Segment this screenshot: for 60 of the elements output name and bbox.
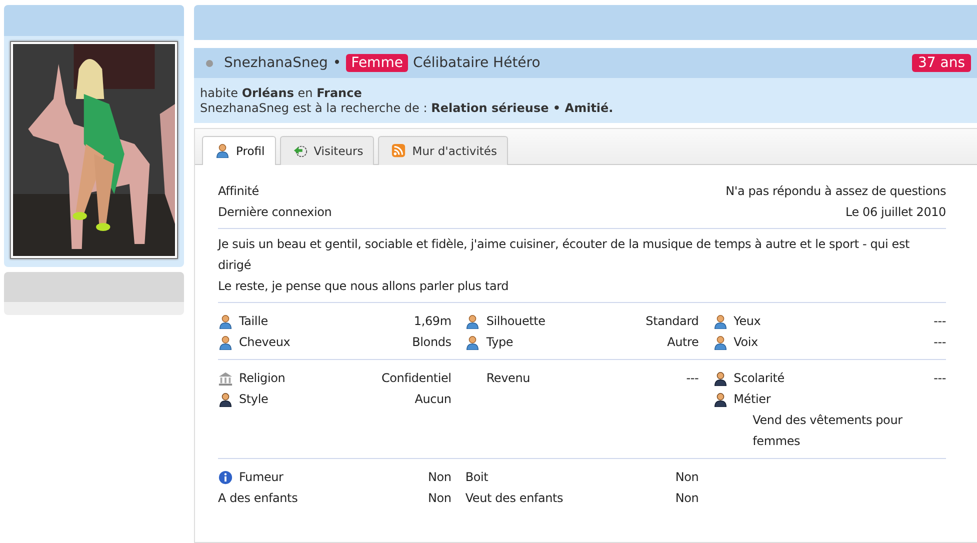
info-icon — [218, 470, 233, 485]
attribute-value: Non — [428, 490, 452, 507]
attribute-value: Standard — [646, 313, 699, 330]
attribute-value: --- — [934, 313, 946, 330]
attribute-label: Scolarité — [734, 370, 784, 387]
gender-badge: Femme — [346, 54, 408, 72]
field-value: N'a pas répondu à assez de questions — [726, 183, 946, 200]
person-icon — [218, 314, 233, 329]
person-icon — [712, 392, 728, 407]
attribute-label: Silhouette — [486, 313, 546, 330]
description-text: Je suis un beau et gentil, sociable et fidèle, j'aime cuisiner, écouter de la musique de temps à autre et le sport - qui est dirigé — [218, 236, 911, 274]
field-label: Dernière connexion — [218, 204, 332, 221]
attribute-label: Style — [239, 391, 268, 408]
attribute-label: Voix — [734, 334, 758, 351]
attribute-label: Religion — [239, 370, 286, 387]
seeking-text: SnezhanaSneg est à la recherche de : Relation sérieuse • Amitié. — [200, 101, 614, 116]
attribute-label: Métier — [734, 391, 771, 408]
age-badge: 37 ans — [912, 54, 971, 72]
person-icon — [218, 335, 233, 350]
feed-icon — [391, 143, 406, 158]
attribute-value: --- — [934, 334, 946, 351]
attribute-value: Confidentiel — [381, 370, 452, 387]
tab[interactable]: Profil — [202, 136, 276, 165]
attribute-value: Autre — [667, 334, 699, 351]
visitors-icon — [292, 143, 308, 158]
person-icon — [215, 143, 230, 158]
bank-icon — [218, 371, 233, 386]
person-icon — [465, 314, 480, 329]
attribute-label: Taille — [239, 313, 268, 330]
person-icon — [712, 335, 728, 350]
attribute-label: Cheveux — [239, 334, 290, 351]
person-icon — [712, 371, 728, 386]
description-text: Le reste, je pense que nous allons parler plus tard — [218, 278, 510, 295]
username: SnezhanaSneg — [224, 55, 328, 71]
attribute-value: 1,69m — [414, 313, 452, 330]
field-label: Affinité — [218, 183, 259, 200]
person-icon — [218, 392, 233, 407]
tab[interactable]: Visiteurs — [280, 136, 374, 165]
attribute-value: Non — [675, 469, 699, 486]
attribute-value: Aucun — [414, 391, 452, 408]
attribute-value: --- — [686, 370, 699, 387]
attribute-label: Fumeur — [239, 469, 284, 486]
attribute-value: Blonds — [412, 334, 452, 351]
location-text: habite Orléans en France — [200, 86, 363, 101]
field-value: Le 06 juillet 2010 — [845, 204, 946, 221]
attribute-label: A des enfants — [218, 490, 298, 507]
separator: • — [332, 55, 342, 71]
attribute-label: Yeux — [734, 313, 761, 330]
tab[interactable]: Mur d'activités — [378, 136, 508, 165]
attribute-value: Vend des vêtements pour femmes — [752, 412, 904, 450]
attribute-label: Revenu — [486, 370, 530, 387]
attribute-label: Boit — [465, 469, 488, 486]
attribute-value: --- — [934, 370, 946, 387]
attribute-label: Veut des enfants — [465, 490, 564, 507]
person-icon — [465, 335, 480, 350]
attribute-value: Non — [675, 490, 699, 507]
person-icon — [712, 314, 728, 329]
attribute-label: Type — [486, 334, 514, 351]
attribute-value: Non — [428, 469, 452, 486]
status-text: Célibataire Hétéro — [412, 55, 540, 71]
